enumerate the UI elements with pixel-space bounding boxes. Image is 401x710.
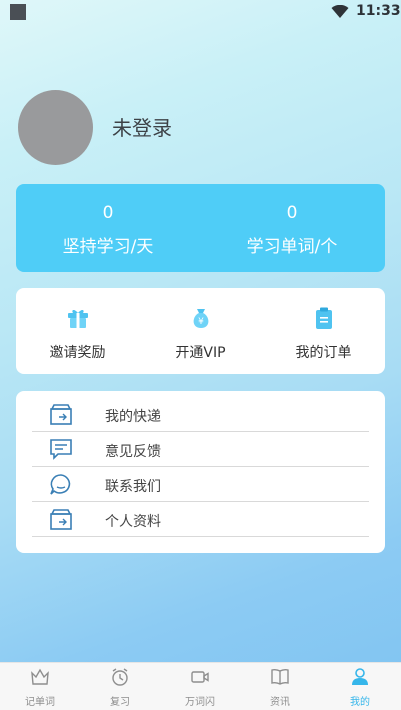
menu-item-contact[interactable]: 联系我们: [32, 467, 369, 502]
avatar[interactable]: [18, 90, 93, 165]
quick-action-label: 我的订单: [295, 345, 352, 361]
quick-action-label: 邀请奖励: [49, 345, 106, 361]
wifi-icon: [331, 5, 349, 18]
book-icon: [271, 668, 289, 685]
profile-box-icon: [50, 509, 72, 530]
quick-action-label: 开通VIP: [175, 345, 226, 361]
open-vip-button[interactable]: ¥ 开通VIP: [139, 288, 262, 374]
tab-news[interactable]: 资讯: [240, 663, 320, 710]
menu-card: 我的快递 意见反馈 联系我们 个人资料: [16, 391, 385, 553]
menu-item-label: 联系我们: [105, 479, 161, 495]
tab-label: 复习: [110, 697, 130, 708]
stats-card: 0 坚持学习/天 0 学习单词/个: [16, 184, 385, 272]
bottom-tab-bar: 记单词 复习 万词闪 资讯 我的: [0, 662, 401, 710]
my-orders-button[interactable]: 我的订单: [262, 288, 385, 374]
stat-value: 0: [286, 203, 298, 223]
quick-actions-card: 邀请奖励 ¥ 开通VIP 我的订单: [16, 288, 385, 374]
svg-text:¥: ¥: [198, 317, 204, 327]
person-icon: [352, 668, 368, 685]
clipboard-icon: [315, 307, 332, 329]
video-icon: [191, 671, 209, 683]
stat-value: 0: [102, 203, 114, 223]
menu-item-label: 意见反馈: [105, 444, 161, 460]
gift-icon: [67, 309, 88, 328]
status-bar: 11:33: [0, 0, 401, 24]
money-bag-icon: ¥: [193, 309, 208, 328]
tab-label: 资讯: [270, 697, 290, 708]
status-time: 11:33: [356, 3, 401, 19]
tab-label: 我的: [350, 697, 370, 708]
tab-label: 记单词: [25, 697, 55, 708]
menu-item-label: 我的快递: [105, 409, 161, 425]
tab-review[interactable]: 复习: [80, 663, 160, 710]
chat-icon: [50, 474, 71, 495]
stat-label: 坚持学习/天: [62, 237, 154, 257]
menu-item-profile[interactable]: 个人资料: [32, 502, 369, 537]
menu-item-express[interactable]: 我的快递: [32, 397, 369, 432]
invite-reward-button[interactable]: 邀请奖励: [16, 288, 139, 374]
tab-mine[interactable]: 我的: [320, 663, 400, 710]
stat-label: 学习单词/个: [246, 237, 338, 257]
clock-icon: [112, 668, 128, 686]
feedback-icon: [50, 439, 72, 460]
login-status[interactable]: 未登录: [112, 112, 172, 141]
express-box-icon: [50, 404, 72, 425]
tab-label: 万词闪: [185, 697, 215, 708]
menu-item-feedback[interactable]: 意见反馈: [32, 432, 369, 467]
stat-words-learned: 0 学习单词/个: [200, 184, 384, 272]
tab-memorize-words[interactable]: 记单词: [0, 663, 80, 710]
tab-word-flash[interactable]: 万词闪: [160, 663, 240, 710]
crown-icon: [31, 668, 49, 685]
menu-item-label: 个人资料: [105, 514, 161, 530]
notification-icon: [10, 4, 26, 20]
stat-study-days: 0 坚持学习/天: [16, 184, 200, 272]
